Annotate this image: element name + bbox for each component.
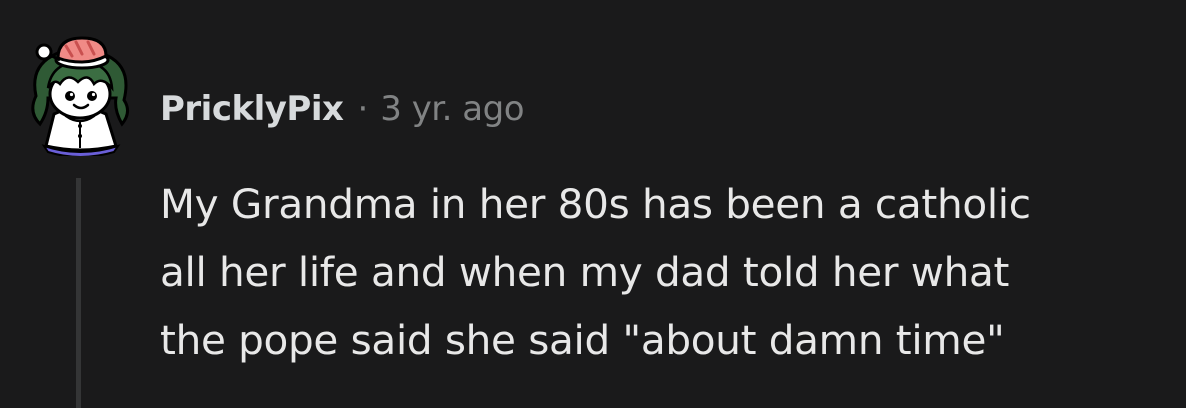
comment-timestamp[interactable]: 3 yr. ago xyxy=(380,89,524,129)
comment-body-line: the pope said she said "about damn time" xyxy=(160,316,1005,364)
comment-body-line: My Grandma in her 80s has been a catholi… xyxy=(160,180,1031,228)
comment-meta: PricklyPix · 3 yr. ago xyxy=(160,84,525,134)
comment-body-line: all her life and when my dad told her wh… xyxy=(160,248,1010,296)
meta-separator: · xyxy=(357,89,369,129)
comment-body: My Grandma in her 80s has been a catholi… xyxy=(160,170,1160,374)
author-username[interactable]: PricklyPix xyxy=(160,89,344,129)
user-avatar[interactable] xyxy=(22,28,140,158)
comment: PricklyPix · 3 yr. ago My Grandma in her… xyxy=(0,0,1186,408)
thread-collapse-line[interactable] xyxy=(76,178,81,408)
snoo-avatar-icon xyxy=(31,36,129,158)
